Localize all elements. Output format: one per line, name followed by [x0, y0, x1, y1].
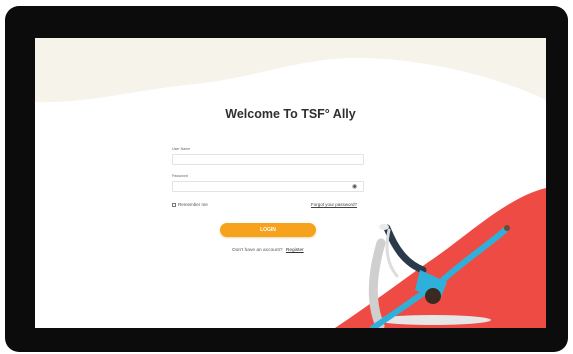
login-button[interactable]: LOGIN: [220, 223, 316, 237]
login-screen: Welcome To TSF° Ally User Name Password …: [35, 38, 546, 328]
page-title: Welcome To TSF° Ally: [225, 107, 356, 121]
password-label: Password: [172, 174, 188, 178]
password-input[interactable]: [172, 181, 364, 192]
eye-icon[interactable]: ◉: [352, 184, 357, 190]
username-label: User Name: [172, 147, 191, 151]
forgot-password-link[interactable]: Forgot your password?: [311, 202, 357, 207]
register-link[interactable]: Register: [286, 248, 304, 253]
remember-checkbox[interactable]: [172, 203, 176, 207]
no-account-text: Don't have an account?: [232, 248, 283, 253]
username-input[interactable]: [172, 154, 364, 165]
remember-label: Remember me: [178, 202, 208, 207]
register-prompt: Don't have an account? Register: [35, 248, 501, 253]
